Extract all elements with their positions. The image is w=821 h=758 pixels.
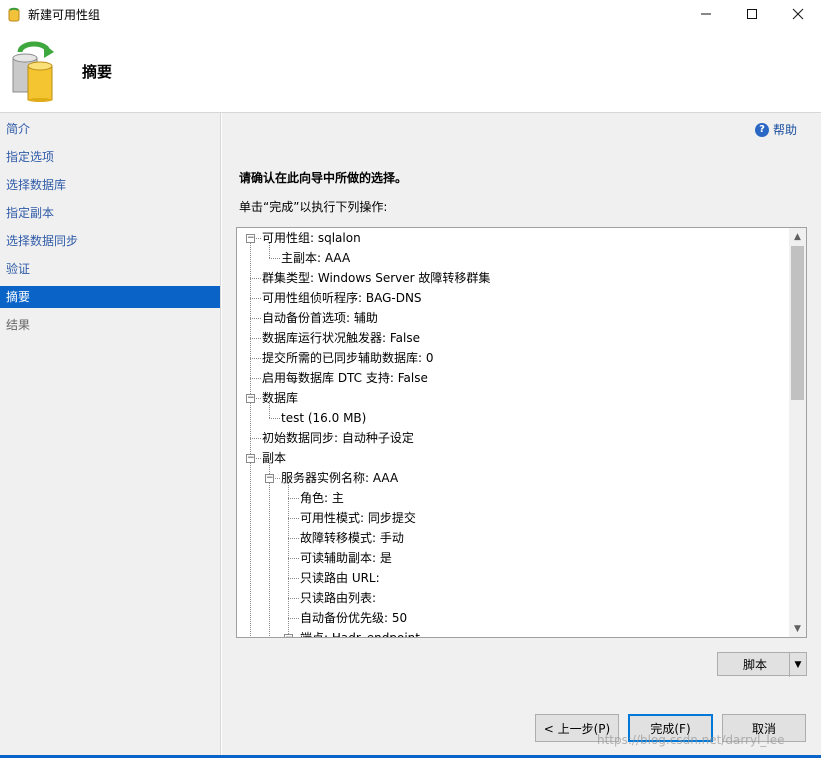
help-link[interactable]: ? 帮助 (754, 121, 797, 138)
scroll-down-icon[interactable]: ▼ (789, 620, 806, 637)
tree-connector (288, 578, 299, 579)
script-button[interactable]: 脚本 ▼ (717, 652, 807, 677)
help-label: 帮助 (772, 123, 797, 137)
wizard-sidebar: 简介 指定选项 选择数据库 指定副本 选择数据同步 验证 摘要 结果 (0, 113, 221, 758)
summary-tree-content: − 可用性组: sqlalon 主副本: AAA 群集类型: Windows Serv… (237, 228, 790, 637)
page-title: 摘要 (82, 63, 113, 81)
sidebar-item-replicas[interactable]: 指定副本 (0, 202, 220, 224)
tree-node: 只读路由 URL: (300, 571, 380, 585)
title-bar: 新建可用性组 (0, 0, 821, 28)
watermark-text: https://blog.csdn.net/darryl_lee (597, 733, 785, 747)
script-dropdown-icon[interactable]: ▼ (789, 653, 806, 677)
tree-connector (269, 418, 280, 419)
tree-guide-line (269, 463, 270, 637)
tree-node: 主副本: AAA (281, 251, 351, 265)
sidebar-item-summary[interactable]: 摘要 (0, 286, 220, 308)
sidebar-item-validation[interactable]: 验证 (0, 258, 220, 280)
tree-connector (288, 538, 299, 539)
tree-connector (250, 318, 261, 319)
tree-connector (250, 338, 261, 339)
tree-node: test (16.0 MB) (281, 411, 367, 425)
tree-connector (288, 598, 299, 599)
script-button-label: 脚本 (742, 657, 767, 672)
maximize-button[interactable] (729, 0, 775, 28)
sidebar-item-data-sync[interactable]: 选择数据同步 (0, 230, 220, 252)
tree-connector (288, 498, 299, 499)
collapse-icon[interactable]: − (265, 474, 274, 483)
tree-node: 提交所需的已同步辅助数据库: 0 (262, 351, 434, 365)
tree-connector (288, 558, 299, 559)
tree-guide-line (288, 483, 289, 637)
tree-node: 自动备份优先级: 50 (300, 611, 408, 625)
tree-node: 启用每数据库 DTC 支持: False (262, 371, 428, 385)
tree-connector (250, 278, 261, 279)
collapse-icon[interactable]: − (246, 234, 255, 243)
tree-connector (250, 358, 261, 359)
tree-node: 群集类型: Windows Server 故障转移群集 (262, 271, 491, 285)
tree-node: 副本 (262, 451, 287, 465)
collapse-icon[interactable]: − (284, 634, 293, 637)
tree-node: 数据库 (262, 391, 299, 405)
tree-node: 只读路由列表: (300, 591, 377, 605)
sidebar-item-databases[interactable]: 选择数据库 (0, 174, 220, 196)
sidebar-item-options[interactable]: 指定选项 (0, 146, 220, 168)
summary-tree[interactable]: − 可用性组: sqlalon 主副本: AAA 群集类型: Windows Serv… (236, 227, 807, 638)
tree-connector (288, 618, 299, 619)
wizard-steps: 简介 指定选项 选择数据库 指定副本 选择数据同步 验证 摘要 结果 (0, 113, 220, 336)
collapse-icon[interactable]: − (246, 454, 255, 463)
tree-connector (288, 518, 299, 519)
tree-node: 角色: 主 (300, 491, 344, 505)
wizard-header: 摘要 (0, 28, 821, 112)
help-icon: ? (754, 122, 769, 137)
tree-node: 初始数据同步: 自动种子设定 (262, 431, 414, 445)
database-sync-icon (12, 41, 54, 102)
tree-connector (250, 438, 261, 439)
scroll-thumb[interactable] (791, 246, 804, 400)
tree-node: 端点: Hadr_endpoint (300, 628, 420, 637)
tree-node: 自动备份首选项: 辅助 (262, 311, 378, 325)
tree-connector (269, 258, 280, 259)
app-icon (8, 7, 20, 22)
confirm-text: 请确认在此向导中所做的选择。 (239, 171, 408, 185)
tree-node: 可读辅助副本: 是 (300, 551, 392, 565)
scroll-up-icon[interactable]: ▲ (789, 228, 806, 245)
tree-connector (250, 378, 261, 379)
tree-node: 服务器实例名称: AAA (281, 471, 399, 485)
tree-node: 可用性组: sqlalon (262, 231, 361, 245)
instruction-text: 单击“完成”以执行下列操作: (239, 200, 388, 214)
vertical-scrollbar[interactable]: ▲ ▼ (789, 228, 806, 637)
collapse-icon[interactable]: − (246, 394, 255, 403)
window-title: 新建可用性组 (28, 8, 101, 22)
tree-connector (250, 298, 261, 299)
tree-node: 故障转移模式: 手动 (300, 531, 404, 545)
tree-node: 数据库运行状况触发器: False (262, 331, 420, 345)
wizard-content: ? 帮助 请确认在此向导中所做的选择。 单击“完成”以执行下列操作: − 可用性组… (222, 113, 821, 758)
sidebar-item-results: 结果 (6, 318, 31, 332)
minimize-icon (701, 13, 711, 15)
close-icon (792, 8, 804, 20)
close-button[interactable] (775, 0, 821, 28)
maximize-icon (747, 9, 757, 19)
tree-node: 可用性组侦听程序: BAG-DNS (262, 291, 422, 305)
sidebar-item-intro[interactable]: 简介 (0, 118, 220, 140)
minimize-button[interactable] (683, 0, 729, 28)
tree-node: 可用性模式: 同步提交 (300, 511, 416, 525)
